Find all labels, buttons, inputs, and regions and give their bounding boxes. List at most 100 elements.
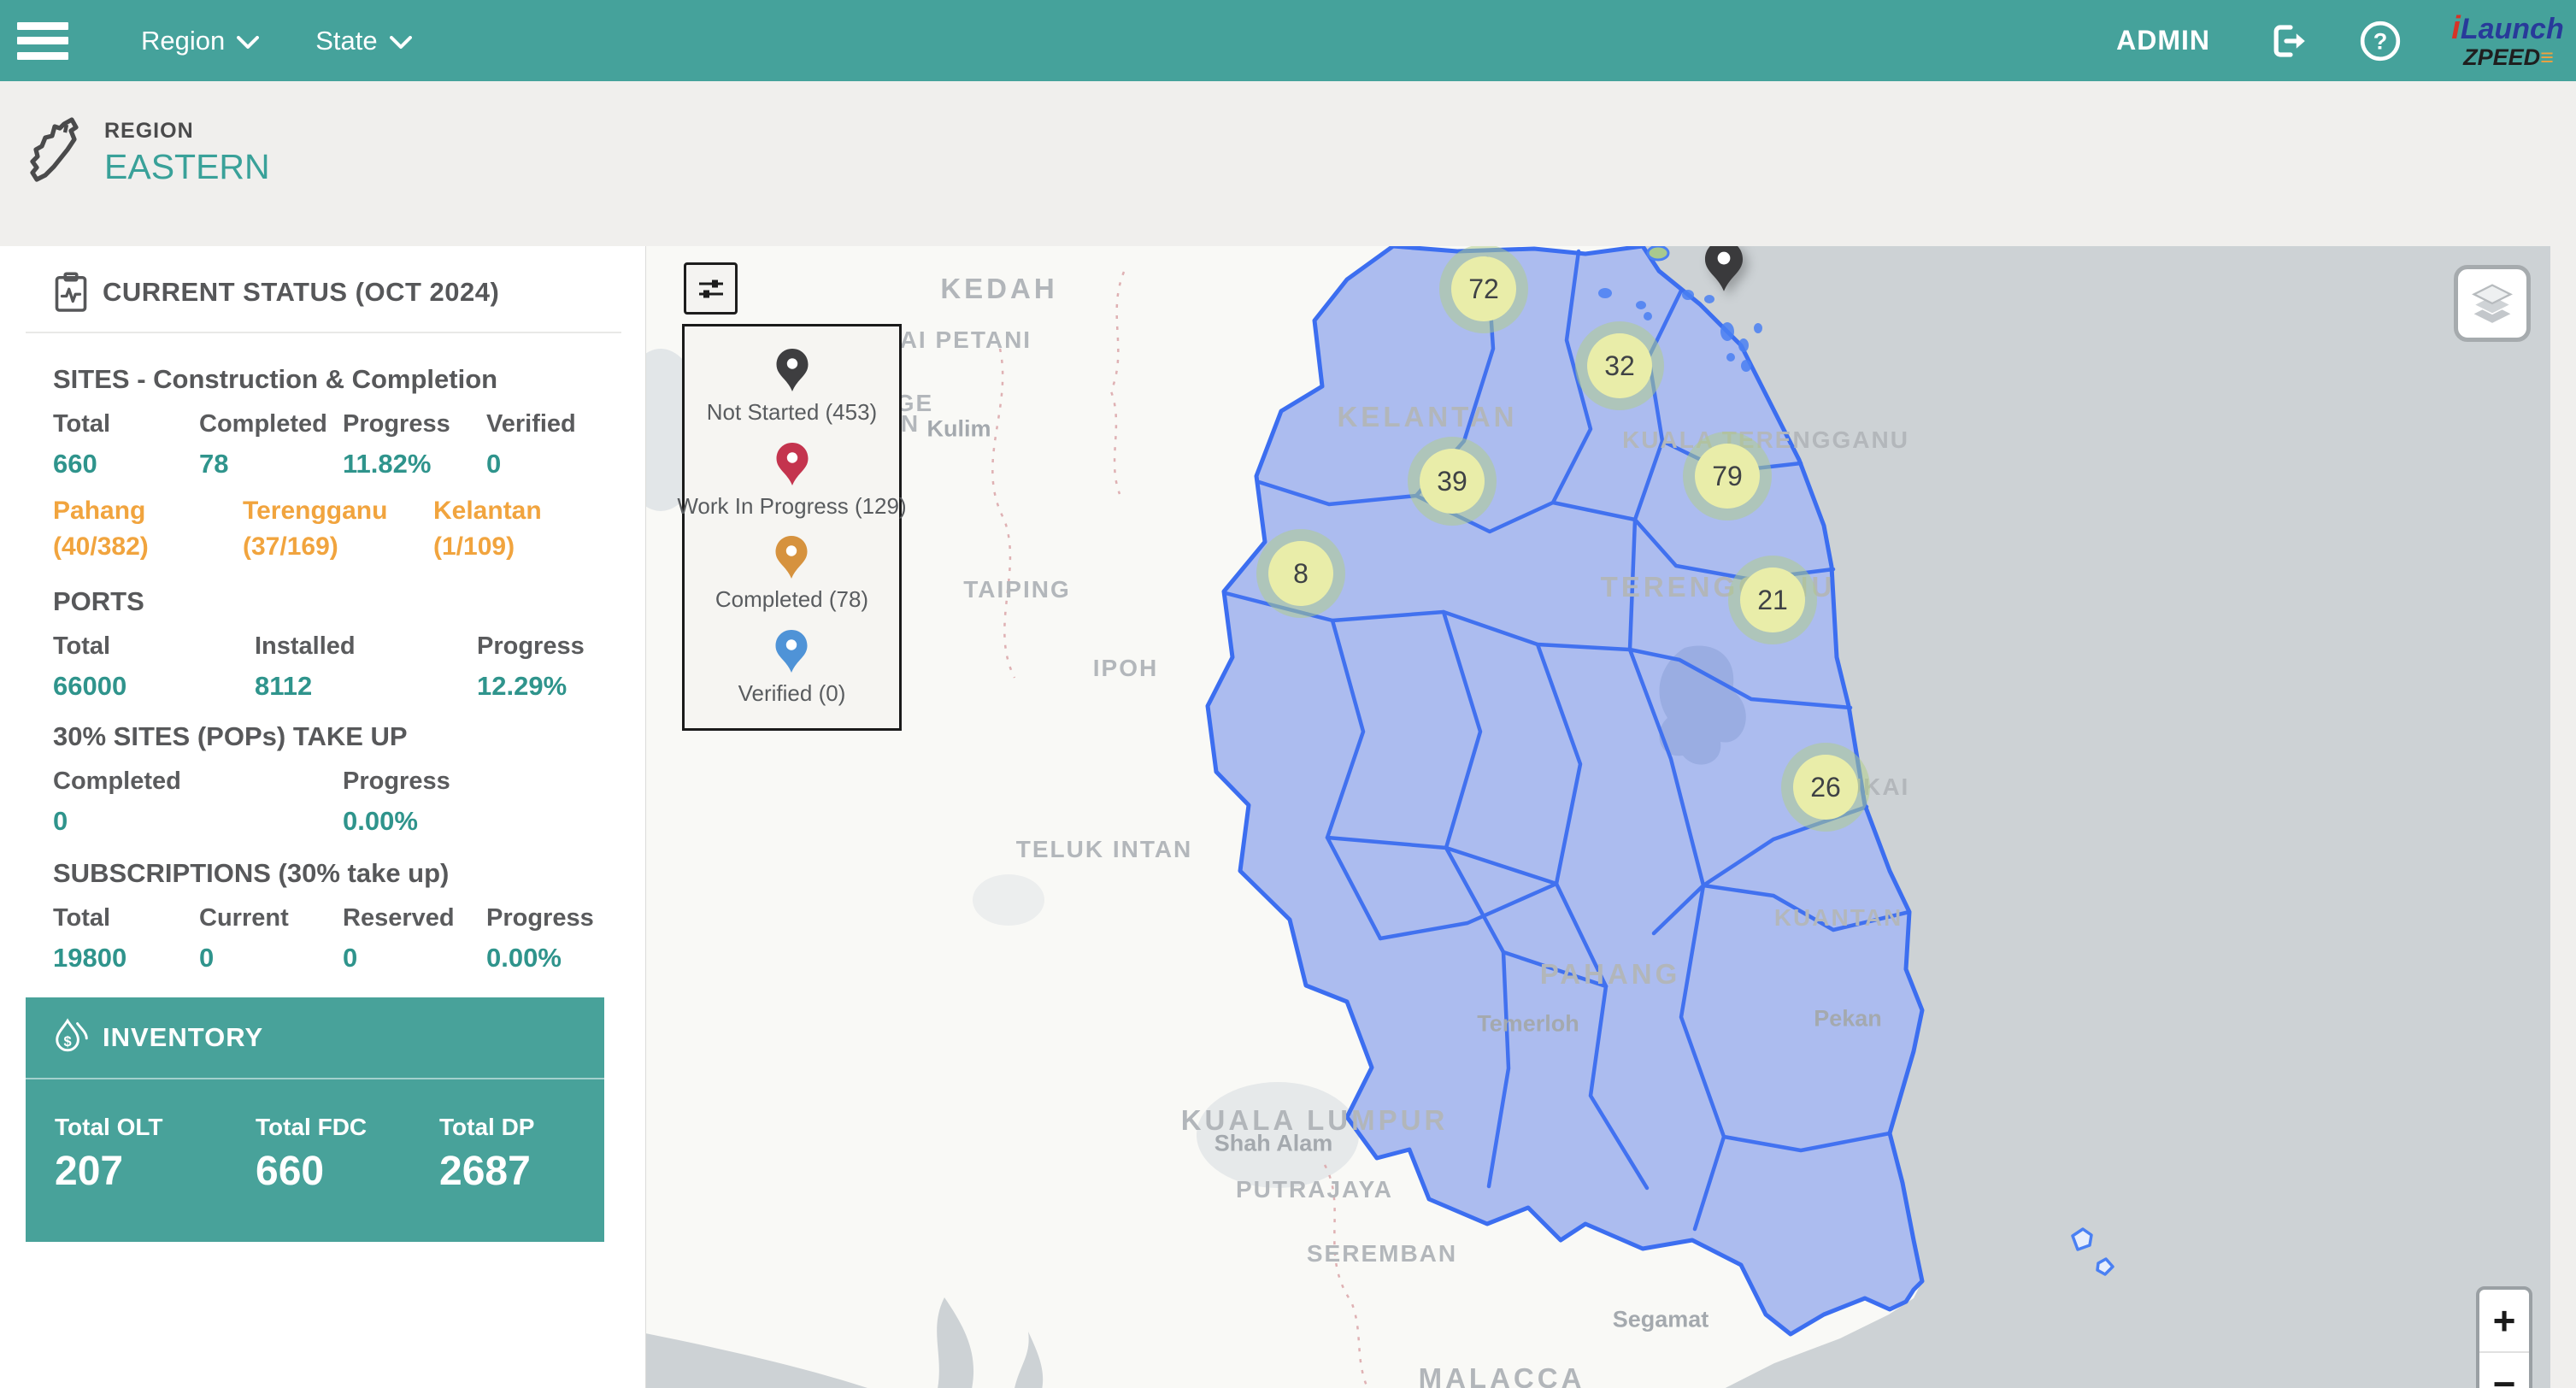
map-label: PAHANG <box>1540 958 1681 991</box>
subs-progress: 0.00% <box>486 943 615 973</box>
subs-col-header: Progress <box>486 904 615 943</box>
inventory-stat: Total FDC 660 <box>256 1114 439 1195</box>
ports-total: 66000 <box>53 671 255 702</box>
state-stat: Kelantan (1/109) <box>433 493 615 565</box>
region-value: EASTERN <box>104 147 270 187</box>
sites-section: SITES - Construction & Completion Total … <box>53 364 615 565</box>
map-label: Pekan <box>1814 1006 1882 1032</box>
legend-items: Not Started (453) Work In Progress (129) C… <box>677 332 906 723</box>
pin-icon <box>774 629 809 673</box>
layers-icon <box>2466 279 2519 328</box>
ports-col-header: Total <box>53 632 255 671</box>
ports-col-header: Installed <box>255 632 477 671</box>
map-label: KEDAH <box>940 273 1057 305</box>
cluster-marker[interactable]: 72 <box>1439 246 1528 333</box>
pops-col-header: Progress <box>343 768 615 806</box>
ports-section: PORTS Total Installed Progress 66000 811… <box>53 586 615 702</box>
sites-total: 660 <box>53 449 199 479</box>
zoom-out-button[interactable]: − <box>2479 1353 2529 1388</box>
subs-col-header: Reserved <box>343 904 486 943</box>
map-label: IPOH <box>1093 655 1158 682</box>
cluster-marker[interactable]: 21 <box>1728 556 1817 644</box>
cluster-marker[interactable]: 26 <box>1781 743 1870 832</box>
chevron-down-icon <box>237 36 259 50</box>
region-map-icon <box>26 117 85 189</box>
cluster-marker[interactable]: 8 <box>1256 529 1345 618</box>
inventory-stat: Total OLT 207 <box>55 1114 256 1195</box>
subscriptions-section: SUBSCRIPTIONS (30% take up) Total Curren… <box>53 858 615 973</box>
divider <box>26 332 621 333</box>
cluster-marker[interactable]: 32 <box>1575 321 1664 410</box>
map-label: Segamat <box>1613 1307 1709 1333</box>
map-label: Shah Alam <box>1214 1131 1333 1157</box>
map-label: SEREMBAN <box>1307 1240 1457 1267</box>
pin-icon <box>1703 246 1744 292</box>
help-icon: ? <box>2359 20 2402 62</box>
state-stat: Pahang (40/382) <box>53 493 243 565</box>
subscriptions-title: SUBSCRIPTIONS (30% take up) <box>53 858 615 889</box>
inventory-card: $ INVENTORY Total OLT 207 Total FDC 660 … <box>26 997 604 1242</box>
pops-col-header: Completed <box>53 768 343 806</box>
admin-user-label[interactable]: ADMIN <box>2116 25 2210 56</box>
map-label: PUTRAJAYA <box>1236 1176 1393 1203</box>
sites-col-header: Completed <box>199 410 343 449</box>
site-pin[interactable] <box>1703 246 1744 297</box>
region-label: REGION <box>104 119 270 144</box>
legend-item: Completed (78) <box>715 535 868 613</box>
map-label: KUALA TERENGGANU <box>1622 426 1909 454</box>
hamburger-menu-icon[interactable] <box>17 22 68 60</box>
svg-text:?: ? <box>2373 27 2388 54</box>
inventory-title: INVENTORY <box>103 1022 263 1053</box>
nav-region-label: Region <box>141 26 225 56</box>
subs-total: 19800 <box>53 943 199 973</box>
nav-state-label: State <box>315 26 377 56</box>
sites-progress: 11.82% <box>343 449 486 479</box>
pops-progress: 0.00% <box>343 806 615 837</box>
help-button[interactable]: ? <box>2359 20 2402 62</box>
inventory-drop-icon: $ <box>55 1018 89 1057</box>
pops-title: 30% SITES (POPs) TAKE UP <box>53 721 615 752</box>
legend-item: Verified (0) <box>738 629 846 707</box>
state-stat: Terengganu (37/169) <box>243 493 433 565</box>
subs-current: 0 <box>199 943 343 973</box>
zoom-in-button[interactable]: + <box>2479 1290 2529 1353</box>
pin-icon <box>774 535 809 579</box>
status-panel: CURRENT STATUS (OCT 2024) SITES - Constr… <box>0 246 646 1388</box>
subs-reserved: 0 <box>343 943 486 973</box>
map-layers-button[interactable] <box>2454 265 2531 342</box>
map-canvas[interactable]: KEDAHGAI PETANIGENKulimKELANTANKUALA TER… <box>645 246 2550 1388</box>
nav-state-dropdown[interactable]: State <box>315 26 411 56</box>
panel-title: CURRENT STATUS (OCT 2024) <box>103 277 499 308</box>
legend-item: Not Started (453) <box>707 348 877 426</box>
cluster-marker[interactable]: 79 <box>1683 432 1772 520</box>
map-label: KUANTAN <box>1774 904 1903 932</box>
chevron-down-icon <box>390 36 412 50</box>
sites-verified: 0 <box>486 449 615 479</box>
ports-progress: 12.29% <box>477 671 615 702</box>
map-label: MALACCA <box>1419 1362 1585 1388</box>
map-legend: Not Started (453)Work In Progress (129)C… <box>682 324 902 731</box>
legend-item: Work In Progress (129) <box>677 442 906 520</box>
map-filter-button[interactable] <box>684 262 738 315</box>
navbar: Region State ADMIN ? iLaunch ZPEED≡ <box>0 0 2576 81</box>
map-label: Temerloh <box>1477 1011 1579 1038</box>
map-label: Kulim <box>926 416 991 443</box>
sites-col-header: Verified <box>486 410 615 449</box>
ports-installed: 8112 <box>255 671 477 702</box>
clipboard-chart-icon <box>53 272 89 313</box>
logout-button[interactable] <box>2267 21 2311 62</box>
map-label: TAIPING <box>963 576 1070 603</box>
ports-title: PORTS <box>53 586 615 617</box>
subs-col-header: Total <box>53 904 199 943</box>
svg-text:$: $ <box>64 1034 72 1050</box>
logo-line2: ZPEED <box>2463 44 2540 70</box>
map-overlay: KEDAHGAI PETANIGENKulimKELANTANKUALA TER… <box>645 246 2550 1388</box>
map-label: KELANTAN <box>1337 401 1517 433</box>
sites-col-header: Total <box>53 410 199 449</box>
pops-takeup-section: 30% SITES (POPs) TAKE UP Completed Progr… <box>53 721 615 837</box>
cluster-marker[interactable]: 39 <box>1408 437 1497 526</box>
nav-region-dropdown[interactable]: Region <box>141 26 259 56</box>
ports-col-header: Progress <box>477 632 615 671</box>
logo-line1: Launch <box>2461 13 2564 45</box>
map-label: TELUK INTAN <box>1016 836 1193 863</box>
